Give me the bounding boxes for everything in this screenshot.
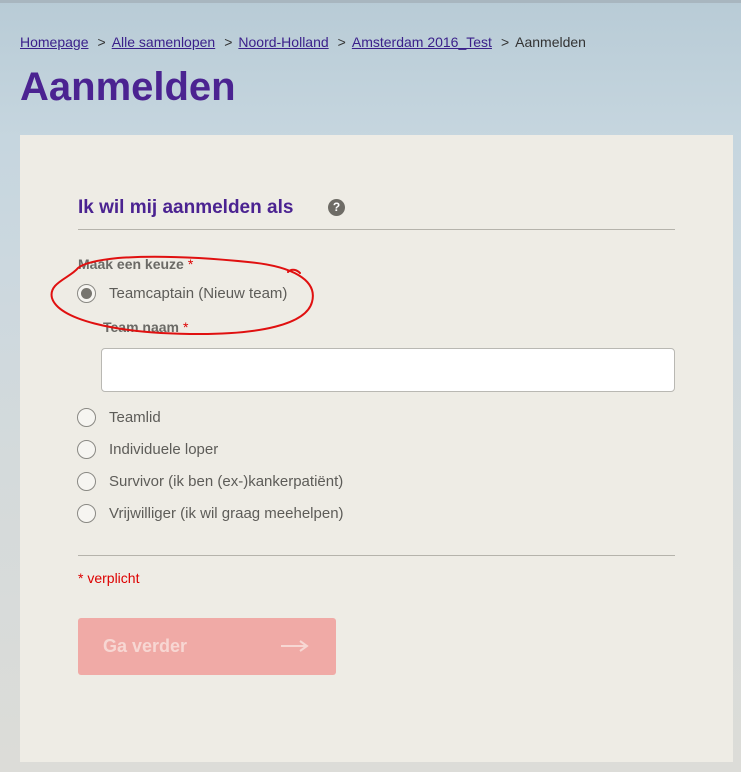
next-button-label: Ga verder	[103, 636, 188, 656]
section-title: Ik wil mij aanmelden als	[78, 197, 294, 218]
option-label: Individuele loper	[109, 441, 219, 458]
breadcrumb: Homepage > Alle samenlopen > Noord-Holland > A…	[20, 34, 586, 50]
help-icon[interactable]: ?	[328, 199, 345, 216]
option-label: Teamcaptain (Nieuw team)	[109, 285, 288, 302]
team-name-label: Team naam *	[103, 319, 188, 335]
breadcrumb-separator: >	[500, 34, 510, 50]
top-border	[0, 0, 741, 3]
option-vrijwilliger[interactable]: Vrijwilliger (ik wil graag meehelpen)	[77, 504, 344, 523]
breadcrumb-homepage[interactable]: Homepage	[20, 34, 89, 50]
breadcrumb-noord-holland[interactable]: Noord-Holland	[238, 34, 328, 50]
breadcrumb-alle-samenlopen[interactable]: Alle samenlopen	[112, 34, 216, 50]
page-title: Aanmelden	[20, 65, 236, 109]
choice-label: Maak een keuze *	[78, 256, 193, 272]
radio-button[interactable]	[77, 504, 96, 523]
arrow-right-icon	[281, 640, 309, 652]
choice-label-text: Maak een keuze	[78, 256, 184, 272]
option-label: Vrijwilliger (ik wil graag meehelpen)	[109, 505, 344, 522]
breadcrumb-separator: >	[97, 34, 106, 50]
required-note: * verplicht	[78, 570, 140, 586]
required-star: *	[187, 256, 194, 272]
breadcrumb-current: Aanmelden	[515, 34, 586, 50]
radio-button[interactable]	[77, 408, 96, 427]
registration-form-panel: Ik wil mij aanmelden als ? Maak een keuz…	[20, 135, 733, 762]
option-teamlid[interactable]: Teamlid	[77, 408, 161, 427]
radio-button[interactable]	[77, 472, 96, 491]
required-star: *	[183, 319, 189, 335]
next-button[interactable]: Ga verder	[78, 618, 336, 675]
radio-button[interactable]	[77, 440, 96, 459]
option-survivor[interactable]: Survivor (ik ben (ex-)kankerpatiënt)	[77, 472, 343, 491]
option-teamcaptain[interactable]: Teamcaptain (Nieuw team)	[77, 284, 287, 303]
radio-button-checked[interactable]	[77, 284, 96, 303]
option-label: Survivor (ik ben (ex-)kankerpatiënt)	[109, 473, 344, 490]
option-individuele-loper[interactable]: Individuele loper	[77, 440, 218, 459]
team-name-input[interactable]	[101, 348, 675, 392]
section-divider	[78, 229, 675, 230]
breadcrumb-amsterdam-2016-test[interactable]: Amsterdam 2016_Test	[352, 34, 492, 50]
breadcrumb-separator: >	[337, 34, 346, 50]
option-label: Teamlid	[109, 409, 161, 426]
team-name-label-text: Team naam	[103, 319, 179, 335]
form-divider	[78, 555, 675, 556]
breadcrumb-separator: >	[224, 34, 233, 50]
